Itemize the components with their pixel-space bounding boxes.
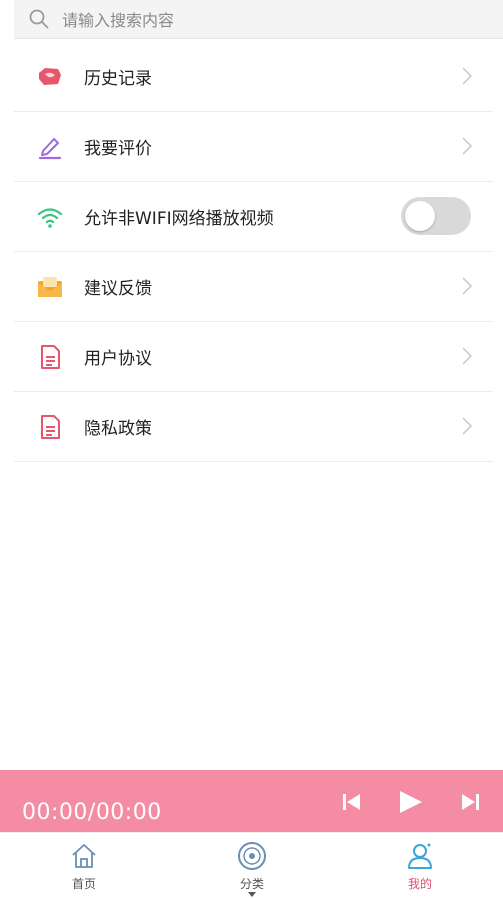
disc-icon bbox=[238, 842, 266, 870]
tab-mine[interactable]: 我的 bbox=[370, 833, 470, 898]
menu-item-feedback[interactable]: 建议反馈 bbox=[14, 252, 493, 322]
tab-label: 首页 bbox=[71, 877, 96, 891]
document-icon bbox=[36, 343, 64, 371]
menu-item-label: 隐私政策 bbox=[84, 419, 152, 439]
skip-previous-icon[interactable] bbox=[338, 788, 366, 816]
skip-next-icon[interactable] bbox=[456, 788, 484, 816]
toggle-knob bbox=[405, 201, 435, 231]
search-bar[interactable]: 请输入搜索内容 bbox=[14, 0, 503, 39]
menu-item-label: 历史记录 bbox=[84, 69, 152, 89]
chevron-right-icon bbox=[462, 67, 473, 85]
menu-item-label: 建议反馈 bbox=[84, 279, 152, 299]
chevron-right-icon bbox=[462, 137, 473, 155]
menu-item-label: 用户协议 bbox=[84, 349, 152, 369]
play-icon[interactable] bbox=[396, 788, 424, 816]
menu-item-label: 允许非WIFI网络播放视频 bbox=[84, 209, 274, 229]
wifi-playback-toggle[interactable] bbox=[401, 197, 471, 235]
envelope-icon bbox=[36, 273, 64, 301]
tab-label: 分类 bbox=[239, 877, 264, 891]
menu-item-user-agreement[interactable]: 用户协议 bbox=[14, 322, 493, 392]
edit-pencil-icon bbox=[36, 133, 64, 161]
home-icon bbox=[72, 844, 96, 868]
chevron-right-icon bbox=[462, 277, 473, 295]
menu-item-wifi-playback: 允许非WIFI网络播放视频 bbox=[14, 182, 493, 252]
wifi-icon bbox=[36, 203, 64, 231]
mini-player: 00:00/00:00 bbox=[0, 770, 503, 832]
tab-home[interactable]: 首页 bbox=[34, 833, 134, 898]
menu-item-history[interactable]: 历史记录 bbox=[14, 42, 493, 112]
menu-item-label: 我要评价 bbox=[84, 139, 152, 159]
document-icon bbox=[36, 413, 64, 441]
bottom-tab-bar: 首页 分类 我的 bbox=[0, 832, 503, 898]
tab-label: 我的 bbox=[407, 877, 432, 891]
tab-category[interactable]: 分类 bbox=[202, 833, 302, 898]
caret-down-icon bbox=[248, 892, 256, 897]
menu-item-privacy-policy[interactable]: 隐私政策 bbox=[14, 392, 493, 462]
playback-time: 00:00/00:00 bbox=[22, 800, 162, 825]
user-icon bbox=[408, 843, 432, 869]
search-placeholder[interactable]: 请输入搜索内容 bbox=[62, 7, 174, 31]
settings-menu: 历史记录 我要评价 允许非WIFI网络播放视频 建议反馈 用户协议 隐私政策 bbox=[14, 42, 493, 462]
menu-item-rate[interactable]: 我要评价 bbox=[14, 112, 493, 182]
search-icon bbox=[29, 9, 49, 29]
chevron-right-icon bbox=[462, 347, 473, 365]
chevron-right-icon bbox=[462, 417, 473, 435]
history-icon bbox=[36, 63, 64, 91]
